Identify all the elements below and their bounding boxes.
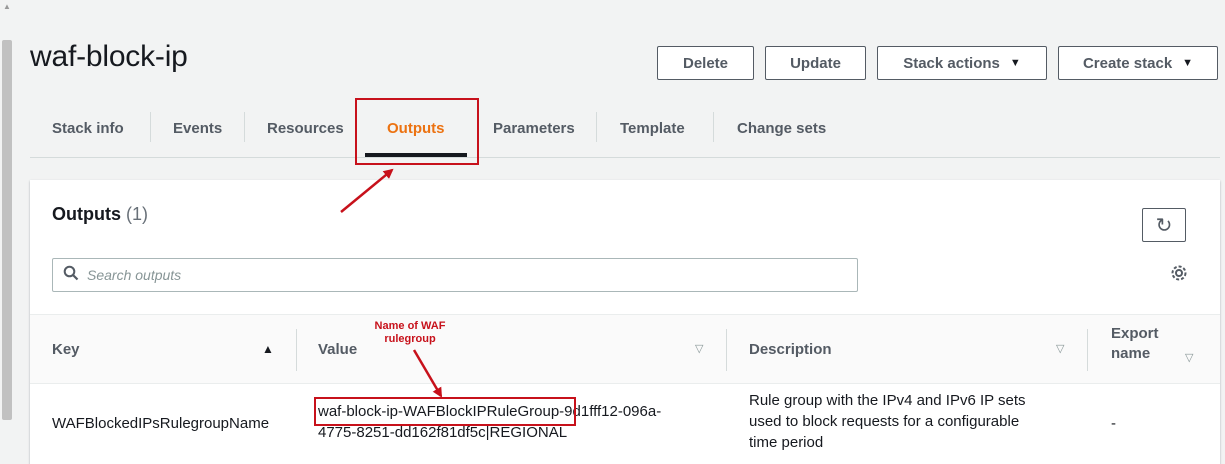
column-divider <box>296 329 297 371</box>
page-scrollbar[interactable]: ▲ <box>0 0 14 464</box>
sort-icon[interactable]: ▽ <box>1185 351 1193 364</box>
refresh-button[interactable]: ↻ <box>1142 208 1186 242</box>
tab-divider <box>596 112 597 142</box>
sort-ascending-icon[interactable]: ▲ <box>262 342 274 356</box>
scroll-up-icon[interactable]: ▲ <box>3 2 11 12</box>
search-input[interactable] <box>87 267 847 283</box>
tab-stack-info[interactable]: Stack info <box>52 100 124 156</box>
tab-change-sets[interactable]: Change sets <box>737 100 826 156</box>
create-stack-label: Create stack <box>1082 54 1173 72</box>
annotation-label: Name of WAF rulegroup <box>370 320 450 346</box>
column-divider <box>1087 329 1088 371</box>
search-icon <box>63 265 79 286</box>
annotation-label-line2: rulegroup <box>384 333 436 345</box>
output-export-name: - <box>1111 415 1116 432</box>
delete-button[interactable]: Delete <box>657 46 754 80</box>
create-stack-button[interactable]: Create stack ▼ <box>1058 46 1218 80</box>
update-label: Update <box>790 54 841 72</box>
stack-actions-label: Stack actions <box>903 54 1000 72</box>
column-header-key[interactable]: Key <box>52 341 80 358</box>
output-key: WAFBlockedIPsRulegroupName <box>52 415 270 432</box>
column-header-value[interactable]: Value <box>318 341 357 358</box>
sort-icon[interactable]: ▽ <box>1056 342 1064 355</box>
caret-down-icon: ▼ <box>1009 57 1021 69</box>
outputs-tab-highlight-box <box>355 98 479 165</box>
value-highlight-box <box>314 397 576 426</box>
table-row: WAFBlockedIPsRulegroupName waf-block-ip-… <box>30 384 1220 464</box>
annotation-label-line1: Name of WAF <box>374 320 446 332</box>
sort-icon[interactable]: ▽ <box>695 342 703 355</box>
refresh-icon: ↻ <box>1155 214 1173 237</box>
search-outputs-field[interactable] <box>52 258 858 292</box>
outputs-count: (1) <box>126 204 149 224</box>
stack-tabs: Stack info Events Resources Outputs Para… <box>30 100 1220 158</box>
tab-template[interactable]: Template <box>620 100 685 156</box>
gear-icon[interactable] <box>1170 264 1188 287</box>
output-description-line1: Rule group with the IPv4 and IPv6 IP set… <box>749 392 1026 409</box>
column-header-description[interactable]: Description <box>749 341 832 358</box>
tab-events[interactable]: Events <box>173 100 222 156</box>
stack-actions-button[interactable]: Stack actions ▼ <box>877 46 1047 80</box>
tab-parameters[interactable]: Parameters <box>493 100 575 156</box>
delete-label: Delete <box>682 54 729 72</box>
scroll-thumb[interactable] <box>2 40 12 420</box>
page-title: waf-block-ip <box>30 40 188 73</box>
column-header-export-name[interactable]: Export name <box>1111 325 1159 362</box>
column-divider <box>726 329 727 371</box>
tab-resources[interactable]: Resources <box>267 100 344 156</box>
output-description-line3: time period <box>749 434 824 451</box>
outputs-heading: Outputs (1) <box>52 204 148 225</box>
output-description-line2: used to block requests for a configurabl… <box>749 413 1020 430</box>
caret-down-icon: ▼ <box>1182 57 1194 69</box>
output-description: Rule group with the IPv4 and IPv6 IP set… <box>749 390 1026 453</box>
export-header-line1: Export <box>1111 325 1159 342</box>
update-button[interactable]: Update <box>765 46 866 80</box>
outputs-panel: Outputs (1) ↻ Key ▲ Value ▽ Description … <box>30 180 1220 464</box>
outputs-title: Outputs <box>52 204 121 224</box>
export-header-line2: name <box>1111 345 1151 362</box>
tab-divider <box>713 112 714 142</box>
tab-divider <box>150 112 151 142</box>
table-header: Key ▲ Value ▽ Description ▽ Export name … <box>30 314 1220 384</box>
tab-divider <box>244 112 245 142</box>
